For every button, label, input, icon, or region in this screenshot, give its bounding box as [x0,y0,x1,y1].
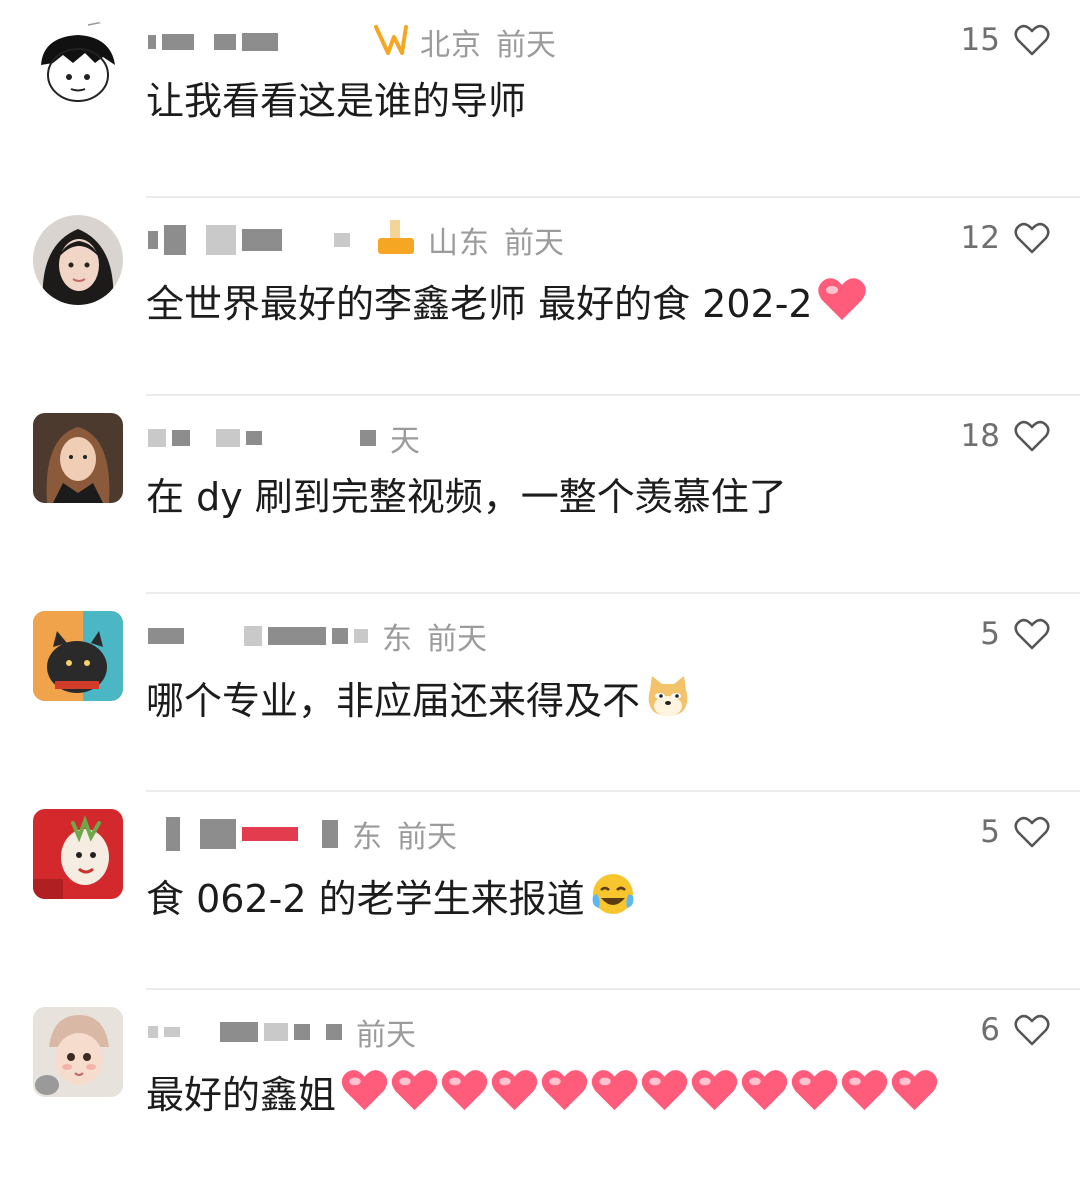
pink-heart-icon [840,1068,889,1122]
timestamp: 前天 [397,820,457,855]
heart-outline-icon[interactable] [1014,1014,1050,1046]
like-count: 12 [960,220,1000,256]
red-dragon-avatar-icon [33,809,123,899]
comment-text: 在 dy 刷到完整视频，一整个羡慕住了 [146,474,787,520]
heart-outline-icon[interactable] [1014,420,1050,452]
username-redacted[interactable] [148,817,338,851]
timestamp: 前天 [356,1018,416,1053]
pink-heart-icon [590,1068,639,1122]
heart-outline-icon[interactable] [1014,24,1050,56]
location-label: 东 [352,820,383,855]
pink-heart-icon [817,276,867,332]
fan-badge-icon [376,218,416,262]
baby-girl-avatar-icon [33,1007,123,1097]
comment-text: 让我看看这是谁的导师 [146,78,526,124]
comment-text: 全世界最好的李鑫老师 最好的食 202-2 [146,276,867,332]
pink-heart-icon [340,1068,389,1122]
pink-heart-icon [890,1068,939,1122]
username-redacted[interactable] [148,225,350,255]
like-control[interactable]: 5 [980,616,1050,652]
timestamp: 天 [390,424,420,459]
like-count: 15 [960,22,1000,58]
comment-text: 食 062-2 的老学生来报道 [146,870,637,928]
comment-text: 最好的鑫姐 [146,1068,940,1122]
username-redacted[interactable] [148,1022,342,1042]
timestamp: 前天 [504,226,564,261]
pink-heart-icon [440,1068,489,1122]
comment-meta: 山东 前天 [148,218,564,262]
comment-item: 前天 最好的鑫姐 6 [0,990,1080,1188]
comment-meta: 北京 前天 [148,20,556,64]
like-count: 6 [980,1012,1000,1048]
pink-heart-icon [740,1068,789,1122]
comment-body: 哪个专业，非应届还来得及不 [146,679,641,723]
avatar[interactable] [33,1007,123,1097]
comment-body: 让我看看这是谁的导师 [146,79,527,123]
doge-face-icon [644,672,692,730]
avatar[interactable] [33,17,123,107]
heart-outline-icon[interactable] [1014,618,1050,650]
pink-heart-icon [790,1068,839,1122]
comment-item: 天 在 dy 刷到完整视频，一整个羡慕住了 18 [0,396,1080,594]
avatar[interactable] [33,215,123,305]
cartoon-boy-avatar-icon [33,17,123,107]
comment-text: 哪个专业，非应届还来得及不 [146,672,692,730]
location-label: 东 [382,622,413,657]
timestamp: 前天 [427,622,487,657]
girl-photo-avatar-icon [33,215,123,305]
username-redacted[interactable] [148,429,376,447]
cartoon-cat-avatar-icon [33,611,123,701]
location-label: 北京 [420,28,482,63]
comment-body: 最好的鑫姐 [146,1073,337,1117]
comment-meta: 东 前天 [148,812,457,856]
like-count: 18 [960,418,1000,454]
comment-meta: 东 前天 [148,614,487,658]
comment-meta: 天 [148,416,420,460]
comment-body: 在 dy 刷到完整视频，一整个羡慕住了 [146,475,787,519]
pink-heart-icon [390,1068,439,1122]
username-redacted[interactable] [148,626,368,646]
like-count: 5 [980,814,1000,850]
avatar[interactable] [33,809,123,899]
like-control[interactable]: 5 [980,814,1050,850]
pink-heart-row [340,1068,940,1122]
comment-item: 山东 前天 全世界最好的李鑫老师 最好的食 202-2 12 [0,198,1080,396]
timestamp: 前天 [496,28,556,63]
like-control[interactable]: 6 [980,1012,1050,1048]
comment-item: 东 前天 哪个专业，非应届还来得及不 5 [0,594,1080,792]
avatar[interactable] [33,413,123,503]
pink-heart-icon [640,1068,689,1122]
like-control[interactable]: 15 [961,22,1050,58]
comment-body: 食 062-2 的老学生来报道 [146,877,585,921]
heart-outline-icon[interactable] [1014,222,1050,254]
comment-item: 北京 前天 让我看看这是谁的导师 15 [0,0,1080,198]
username-redacted[interactable] [148,33,278,51]
pink-heart-icon [690,1068,739,1122]
like-control[interactable]: 18 [961,418,1050,454]
laughing-tears-face-icon [589,870,637,928]
like-control[interactable]: 12 [961,220,1050,256]
location-label: 山东 [428,226,490,261]
like-count: 5 [980,616,1000,652]
comment-item: 东 前天 食 062-2 的老学生来报道 5 [0,792,1080,990]
heart-outline-icon[interactable] [1014,816,1050,848]
pink-heart-icon [540,1068,589,1122]
comment-meta: 前天 [148,1010,416,1054]
movie-character-avatar-icon [33,413,123,503]
avatar[interactable] [33,611,123,701]
fan-badge-icon [372,23,408,61]
pink-heart-icon [490,1068,539,1122]
comment-body: 全世界最好的李鑫老师 最好的食 202-2 [146,282,813,326]
